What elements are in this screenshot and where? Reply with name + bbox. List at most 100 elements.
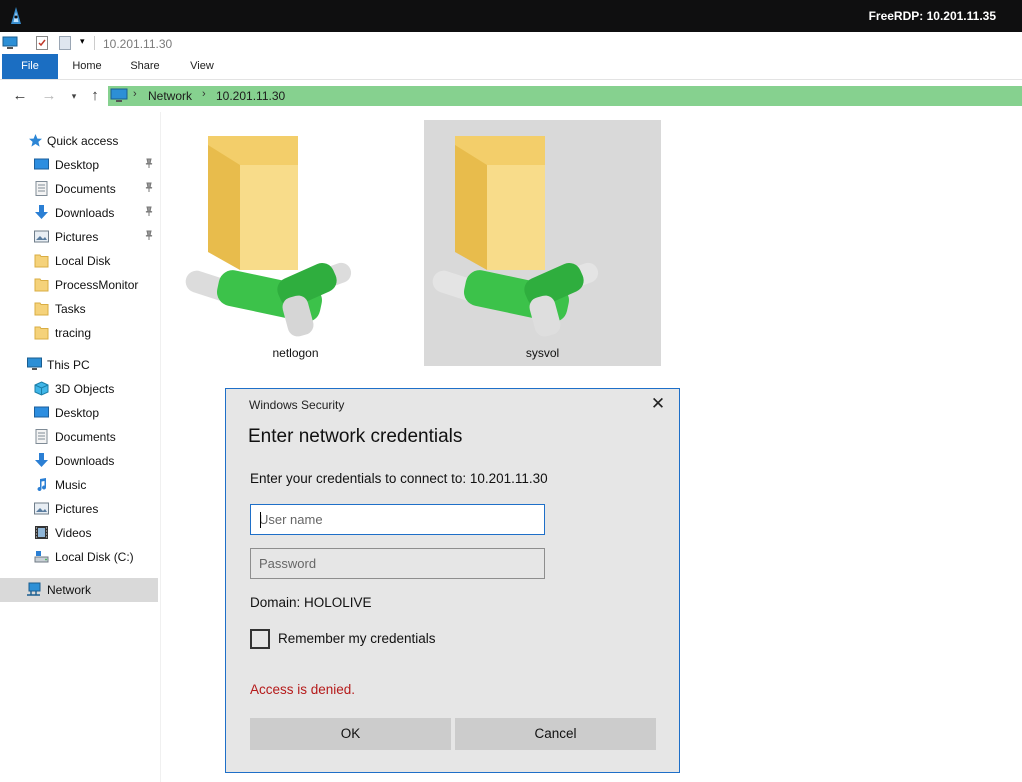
breadcrumb-separator-icon: › <box>133 88 137 100</box>
password-placeholder: Password <box>259 556 317 571</box>
star-icon <box>29 134 42 147</box>
folder-label: netlogon <box>272 346 319 360</box>
sidebar-item-3d-objects[interactable]: 3D Objects <box>0 377 158 401</box>
sidebar-item-label: This PC <box>47 358 90 372</box>
back-arrow-icon[interactable]: ← <box>10 86 30 106</box>
pictures-icon <box>34 230 49 243</box>
network-icon <box>27 582 41 596</box>
folder-icon <box>34 326 49 340</box>
tab-home[interactable]: Home <box>66 54 108 79</box>
breadcrumb-network[interactable]: Network <box>148 89 192 103</box>
window-title: 10.201.11.30 <box>103 37 173 51</box>
folder-icon <box>34 278 49 292</box>
sidebar-item-this-pc[interactable]: This PC <box>0 353 158 377</box>
tab-file[interactable]: File <box>2 54 58 79</box>
sidebar-item-documents[interactable]: Documents <box>0 177 158 201</box>
sidebar-item-pictures-pc[interactable]: Pictures <box>0 497 158 521</box>
sidebar-item-downloads[interactable]: Downloads <box>0 201 158 225</box>
sidebar-item-label: Downloads <box>55 206 115 220</box>
sidebar-item-music[interactable]: Music <box>0 473 158 497</box>
recent-locations-chevron-icon[interactable]: ▾ <box>64 86 84 106</box>
remember-credentials-label[interactable]: Remember my credentials <box>278 631 436 646</box>
forward-arrow-icon[interactable]: → <box>39 86 59 106</box>
sidebar-item-label: Pictures <box>55 502 99 516</box>
pictures-icon <box>34 502 49 515</box>
tab-view[interactable]: View <box>182 54 222 79</box>
documents-icon <box>35 429 48 444</box>
sidebar-item-tasks[interactable]: Tasks <box>0 297 158 321</box>
sidebar-item-label: Local Disk (C:) <box>55 550 134 564</box>
sidebar-item-local-disk[interactable]: Local Disk <box>0 249 158 273</box>
sidebar-item-local-disk-c[interactable]: Local Disk (C:) <box>0 545 158 569</box>
sidebar-item-label: Documents <box>55 182 116 196</box>
pin-icon[interactable] <box>145 158 153 168</box>
properties-icon[interactable] <box>36 36 48 50</box>
folder-label: sysvol <box>525 346 560 360</box>
sidebar-item-label: Downloads <box>55 454 115 468</box>
sidebar-item-documents-pc[interactable]: Documents <box>0 425 158 449</box>
ok-button[interactable]: OK <box>250 718 451 750</box>
close-icon[interactable]: ✕ <box>649 395 667 413</box>
sidebar-item-label: Pictures <box>55 230 99 244</box>
sidebar-item-label: Tasks <box>55 302 86 316</box>
folder-icon <box>34 302 49 316</box>
sidebar-item-network[interactable]: Network <box>0 578 158 602</box>
sidebar-item-videos[interactable]: Videos <box>0 521 158 545</box>
dialog-prompt: Enter your credentials to connect to: 10… <box>250 471 548 486</box>
sidebar-item-tracing[interactable]: tracing <box>0 321 158 345</box>
freerdp-logo-icon <box>11 7 21 24</box>
sidebar-item-pictures[interactable]: Pictures <box>0 225 158 249</box>
sidebar-item-desktop-pc[interactable]: Desktop <box>0 401 158 425</box>
sidebar-item-downloads-pc[interactable]: Downloads <box>0 449 158 473</box>
cube-icon <box>34 381 49 396</box>
toolbar-divider <box>94 36 95 50</box>
computer-icon[interactable] <box>2 36 18 50</box>
sidebar-item-label: Videos <box>55 526 92 540</box>
error-message: Access is denied. <box>250 682 356 697</box>
sidebar-item-label: 3D Objects <box>55 382 115 396</box>
folder-tile-sysvol[interactable]: sysvol <box>424 120 661 366</box>
film-icon <box>35 526 48 539</box>
rdp-title: FreeRDP: 10.201.11.35 <box>868 9 996 23</box>
sidebar-item-quick-access[interactable]: Quick access <box>0 129 158 153</box>
download-arrow-icon <box>35 453 48 467</box>
customize-toolbar-dropdown-icon[interactable]: ▾ <box>80 36 85 47</box>
ribbon: File Home Share View <box>0 54 1022 80</box>
drive-icon <box>34 551 49 563</box>
network-share-icon <box>185 136 352 337</box>
pin-icon[interactable] <box>145 230 153 240</box>
sidebar-item-label: Desktop <box>55 158 100 172</box>
sidebar-item-label: Quick access <box>47 134 119 148</box>
breadcrumb-host[interactable]: 10.201.11.30 <box>216 89 285 103</box>
desktop-icon <box>34 158 49 170</box>
sidebar-item-processmonitor[interactable]: ProcessMonitor <box>0 273 158 297</box>
breadcrumb-separator-icon: › <box>202 88 206 100</box>
dialog-title: Windows Security <box>249 398 345 412</box>
sidebar-item-label: Documents <box>55 430 116 444</box>
sidebar-item-label: Music <box>55 478 87 492</box>
sidebar-item-desktop[interactable]: Desktop <box>0 153 158 177</box>
credentials-dialog: Windows Security ✕ Enter network credent… <box>225 388 680 773</box>
new-folder-icon[interactable] <box>59 36 71 50</box>
username-placeholder: User name <box>259 512 323 527</box>
rdp-title-bar: FreeRDP: 10.201.11.35 <box>0 0 1022 32</box>
sidebar-item-label: Network <box>47 583 92 597</box>
tab-share[interactable]: Share <box>124 54 166 79</box>
sidebar-item-label: Local Disk <box>55 254 111 268</box>
pin-icon[interactable] <box>145 182 153 192</box>
network-share-icon <box>432 136 599 337</box>
cancel-button[interactable]: Cancel <box>455 718 656 750</box>
domain-label: Domain: HOLOLIVE <box>250 595 372 610</box>
documents-icon <box>35 181 48 196</box>
up-arrow-icon[interactable]: ↑ <box>85 86 105 106</box>
username-input[interactable]: User name <box>250 504 545 535</box>
download-arrow-icon <box>35 205 48 219</box>
text-caret <box>260 512 261 528</box>
navigation-pane: Quick access Desktop Documents Downloads… <box>0 112 161 782</box>
pin-icon[interactable] <box>145 206 153 216</box>
password-input[interactable]: Password <box>250 548 545 579</box>
folder-icon <box>34 254 49 268</box>
network-location-icon <box>110 88 128 102</box>
folder-tile-netlogon[interactable]: netlogon <box>177 120 414 366</box>
remember-credentials-checkbox[interactable] <box>250 629 270 649</box>
